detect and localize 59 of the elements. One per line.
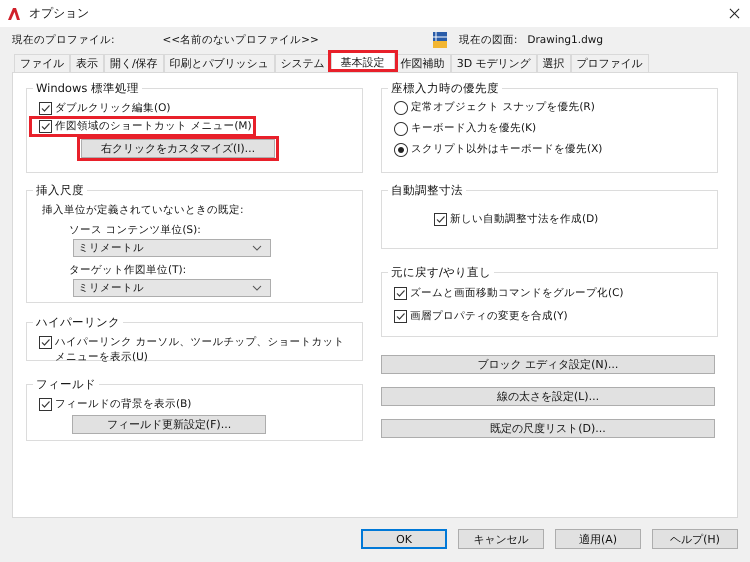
checkbox-label: 作図領域のショートカット メニュー(M) [55, 119, 252, 134]
group-title: 座標入力時の優先度 [390, 81, 500, 96]
checkbox[interactable] [39, 102, 52, 115]
drawing-label: 現在の図面: [458, 32, 518, 46]
checkbox[interactable] [394, 287, 407, 300]
description-text: 挿入単位が定義されていないときの既定: [42, 203, 245, 217]
tab[interactable]: システム [274, 54, 331, 72]
checkbox[interactable] [434, 213, 447, 226]
tab[interactable]: 開く/保存 [104, 54, 164, 72]
checkbox[interactable] [39, 336, 52, 349]
checkbox[interactable] [394, 310, 407, 323]
radio-label: スクリプト以外はキーボードを優先(X) [411, 142, 602, 157]
close-icon[interactable] [729, 8, 740, 19]
radio-button[interactable] [394, 143, 408, 157]
group-title: ハイパーリンク [35, 315, 121, 330]
tab[interactable]: 3D モデリング [450, 54, 537, 72]
tab[interactable]: 印刷とパブリッシュ [164, 54, 275, 72]
profile-label: 現在のプロファイル: [12, 32, 115, 46]
radio-label: 定常オブジェクト スナップを優先(R) [411, 100, 595, 115]
dialog-button[interactable]: ブロック エディタ設定(N)... [381, 355, 715, 374]
group-title: 元に戻す/やり直し [390, 265, 492, 280]
checkbox-label: ズームと画面移動コマンドをグループ化(C) [410, 286, 624, 301]
group-title: Windows 標準処理 [35, 81, 140, 96]
checkbox-label: ハイパーリンク カーソル、ツールチップ、ショートカットメニューを表示(U) [55, 335, 346, 365]
group-title: フィールド [35, 377, 97, 392]
tab[interactable]: 表示 [70, 54, 104, 72]
checkbox-label: ダブルクリック編集(O) [55, 101, 170, 116]
checkbox-label: フィールドの背景を表示(B) [55, 397, 192, 412]
chevron-down-icon [252, 245, 262, 251]
field-label: ソース コンテンツ単位(S): [69, 223, 202, 237]
app-logo-icon [7, 6, 21, 20]
group-title: 自動調整寸法 [390, 183, 464, 198]
dialog-button[interactable]: ヘルプ(H) [652, 529, 738, 549]
drawing-file-icon [432, 32, 447, 48]
dialog-button[interactable]: キャンセル [458, 529, 544, 549]
tab[interactable]: ファイル [14, 54, 70, 72]
tab[interactable]: 選択 [536, 54, 571, 72]
group-title: 挿入尺度 [35, 183, 85, 198]
radio-button[interactable] [394, 101, 408, 115]
radio-label: キーボード入力を優先(K) [411, 121, 536, 136]
dialog-button[interactable]: 線の太さを設定(L)... [381, 387, 715, 406]
checkbox[interactable] [39, 398, 52, 411]
tab[interactable]: 基本設定 [330, 51, 395, 72]
dialog-button[interactable]: OK [361, 529, 447, 549]
unit-dropdown[interactable]: ミリメートル [73, 239, 271, 257]
unit-dropdown[interactable]: ミリメートル [73, 279, 271, 297]
checkbox[interactable] [39, 120, 52, 133]
dialog-button[interactable]: 適用(A) [555, 529, 641, 549]
radio-button[interactable] [394, 122, 408, 136]
chevron-down-icon [252, 285, 262, 291]
checkbox-label: 画層プロパティの変更を合成(Y) [410, 309, 568, 324]
window-title: オプション [29, 5, 89, 22]
field-label: ターゲット作図単位(T): [69, 263, 188, 277]
profile-name: <<名前のないプロファイル>> [162, 32, 319, 46]
dialog-button[interactable]: 既定の尺度リスト(D)... [381, 419, 715, 438]
drawing-name: Drawing1.dwg [527, 34, 603, 46]
dialog-button[interactable]: フィールド更新設定(F)... [72, 415, 266, 434]
tab[interactable]: プロファイル [570, 54, 649, 72]
checkbox-label: 新しい自動調整寸法を作成(D) [450, 212, 598, 227]
